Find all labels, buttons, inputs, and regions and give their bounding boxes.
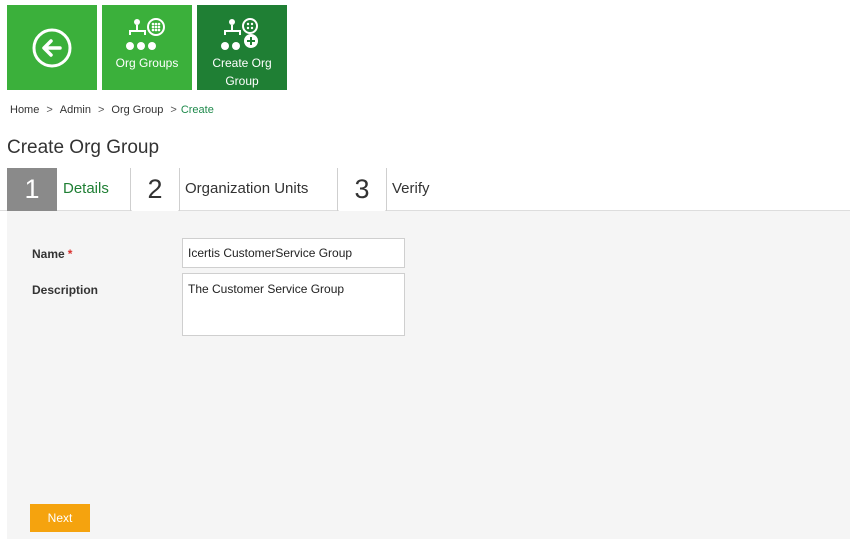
back-tile[interactable] bbox=[7, 5, 97, 90]
step-number: 1 bbox=[7, 168, 57, 211]
breadcrumb: Home > Admin > Org Group > Create bbox=[10, 104, 214, 116]
create-org-group-icon bbox=[220, 16, 264, 52]
top-tiles: Org Groups Create Org Group bbox=[7, 5, 287, 90]
breadcrumb-org-group[interactable]: Org Group bbox=[111, 104, 163, 116]
org-groups-label: Org Groups bbox=[115, 56, 179, 70]
breadcrumb-separator: > bbox=[170, 104, 177, 116]
name-label-text: Name bbox=[32, 247, 65, 261]
step-label: Details bbox=[63, 180, 109, 197]
breadcrumb-home[interactable]: Home bbox=[10, 104, 39, 116]
next-button[interactable]: Next bbox=[30, 504, 90, 532]
step-number: 2 bbox=[130, 168, 180, 211]
form-panel: Name* Description The Customer Service G… bbox=[7, 211, 850, 539]
breadcrumb-separator: > bbox=[46, 104, 53, 116]
required-marker: * bbox=[67, 247, 73, 261]
page-title: Create Org Group bbox=[7, 137, 160, 158]
breadcrumb-admin[interactable]: Admin bbox=[60, 104, 91, 116]
step-label: Organization Units bbox=[185, 180, 309, 197]
back-arrow-icon bbox=[31, 28, 73, 67]
org-groups-icon bbox=[125, 16, 169, 52]
name-label: Name * bbox=[32, 247, 72, 261]
step-number: 3 bbox=[337, 168, 387, 211]
org-groups-tile[interactable]: Org Groups bbox=[102, 5, 192, 90]
name-input[interactable] bbox=[182, 238, 405, 268]
create-org-group-label: Create Org Group bbox=[212, 56, 272, 88]
step-label: Verify bbox=[392, 180, 430, 197]
breadcrumb-current: Create bbox=[180, 104, 214, 116]
create-org-group-tile[interactable]: Create Org Group bbox=[197, 5, 287, 90]
description-textarea[interactable]: The Customer Service Group bbox=[182, 273, 405, 336]
breadcrumb-separator: > bbox=[97, 104, 105, 116]
wizard-steps: 1 Details 2 Organization Units 3 Verify bbox=[0, 168, 850, 231]
description-label: Description bbox=[32, 283, 99, 297]
